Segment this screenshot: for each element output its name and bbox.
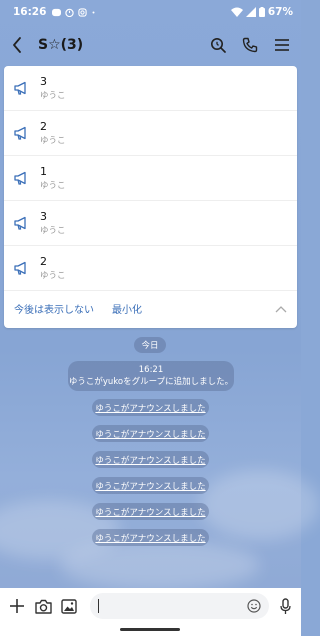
battery-percent: 67% <box>267 6 293 18</box>
chat-title: S☆(3) <box>38 37 84 53</box>
hamburger-menu-icon <box>275 39 289 51</box>
search-icon <box>211 38 226 53</box>
announcement-author: ゆうこ <box>40 225 66 236</box>
announcement-number: 1 <box>40 164 47 178</box>
announcement-author: ゆうこ <box>40 135 66 146</box>
chevron-up-icon[interactable] <box>275 305 287 313</box>
announcement-item[interactable]: 2 ゆうこ <box>4 111 297 156</box>
phone-icon <box>242 37 258 53</box>
announcement-panel: 3 ゆうこ 2 ゆうこ 1 ゆうこ 3 ゆうこ 2 ゆうこ 今後は表示しない 最小化 <box>4 66 297 328</box>
date-separator: 今日 <box>134 337 166 353</box>
add-button[interactable] <box>8 597 26 615</box>
dot-icon <box>92 11 95 13</box>
signal-icon <box>245 7 256 17</box>
announce-notice[interactable]: ゆうこがアナウンスしました <box>92 399 209 416</box>
chevron-left-icon <box>13 37 21 53</box>
announce-notice[interactable]: ゆうこがアナウンスしました <box>92 451 209 468</box>
chat-header: S☆(3) <box>0 26 301 64</box>
photo-button[interactable] <box>60 597 78 615</box>
emoji-icon[interactable] <box>247 599 261 613</box>
microphone-icon <box>279 597 291 614</box>
announcement-number: 2 <box>40 119 47 133</box>
announcement-item[interactable]: 2 ゆうこ <box>4 246 297 291</box>
instagram-icon <box>78 7 88 17</box>
announcement-author: ゆうこ <box>40 90 66 101</box>
hide-announcements-link[interactable]: 今後は表示しない <box>14 301 94 316</box>
text-cursor <box>98 599 99 613</box>
megaphone-icon <box>14 81 26 95</box>
status-time: 16:26 <box>13 6 47 18</box>
search-button[interactable] <box>209 36 227 54</box>
minimize-link[interactable]: 最小化 <box>112 301 142 316</box>
wifi-icon <box>230 7 243 17</box>
announcement-author: ゆうこ <box>40 270 66 281</box>
announcement-number: 2 <box>40 254 47 268</box>
announce-notice[interactable]: ゆうこがアナウンスしました <box>92 477 209 494</box>
megaphone-icon <box>14 126 26 140</box>
plus-icon <box>10 599 24 613</box>
announcement-item[interactable]: 1 ゆうこ <box>4 156 297 201</box>
battery-icon <box>258 7 265 17</box>
voice-button[interactable] <box>277 597 293 615</box>
system-message-text: ゆうこがyukoをグループに追加しました。 <box>68 377 234 387</box>
back-button[interactable] <box>12 35 28 55</box>
announcement-number: 3 <box>40 74 47 88</box>
image-icon <box>61 598 77 614</box>
announcement-panel-footer: 今後は表示しない 最小化 <box>4 291 297 326</box>
megaphone-icon <box>14 261 26 275</box>
message-input[interactable] <box>90 593 269 619</box>
announcement-item[interactable]: 3 ゆうこ <box>4 66 297 111</box>
menu-button[interactable] <box>273 36 291 54</box>
system-message-time: 16:21 <box>138 365 164 375</box>
announcement-number: 3 <box>40 209 47 223</box>
announce-notice[interactable]: ゆうこがアナウンスしました <box>92 503 209 520</box>
system-message: 16:21 ゆうこがyukoをグループに追加しました。 <box>68 361 234 391</box>
home-gesture-handle[interactable] <box>120 628 180 631</box>
megaphone-icon <box>14 171 26 185</box>
announce-notice[interactable]: ゆうこがアナウンスしました <box>92 425 209 442</box>
message-input-bar <box>0 588 301 624</box>
announcement-item[interactable]: 3 ゆうこ <box>4 201 297 246</box>
announce-notice[interactable]: ゆうこがアナウンスしました <box>92 529 209 546</box>
megaphone-icon <box>14 216 26 230</box>
status-bar: 16:26 67% <box>0 0 301 24</box>
camera-icon <box>34 599 52 614</box>
announcement-author: ゆうこ <box>40 180 66 191</box>
camera-button[interactable] <box>34 597 52 615</box>
call-button[interactable] <box>241 36 259 54</box>
system-navigation-bar <box>0 624 301 636</box>
line-notification-icon <box>52 8 62 16</box>
timer-icon <box>65 8 75 17</box>
